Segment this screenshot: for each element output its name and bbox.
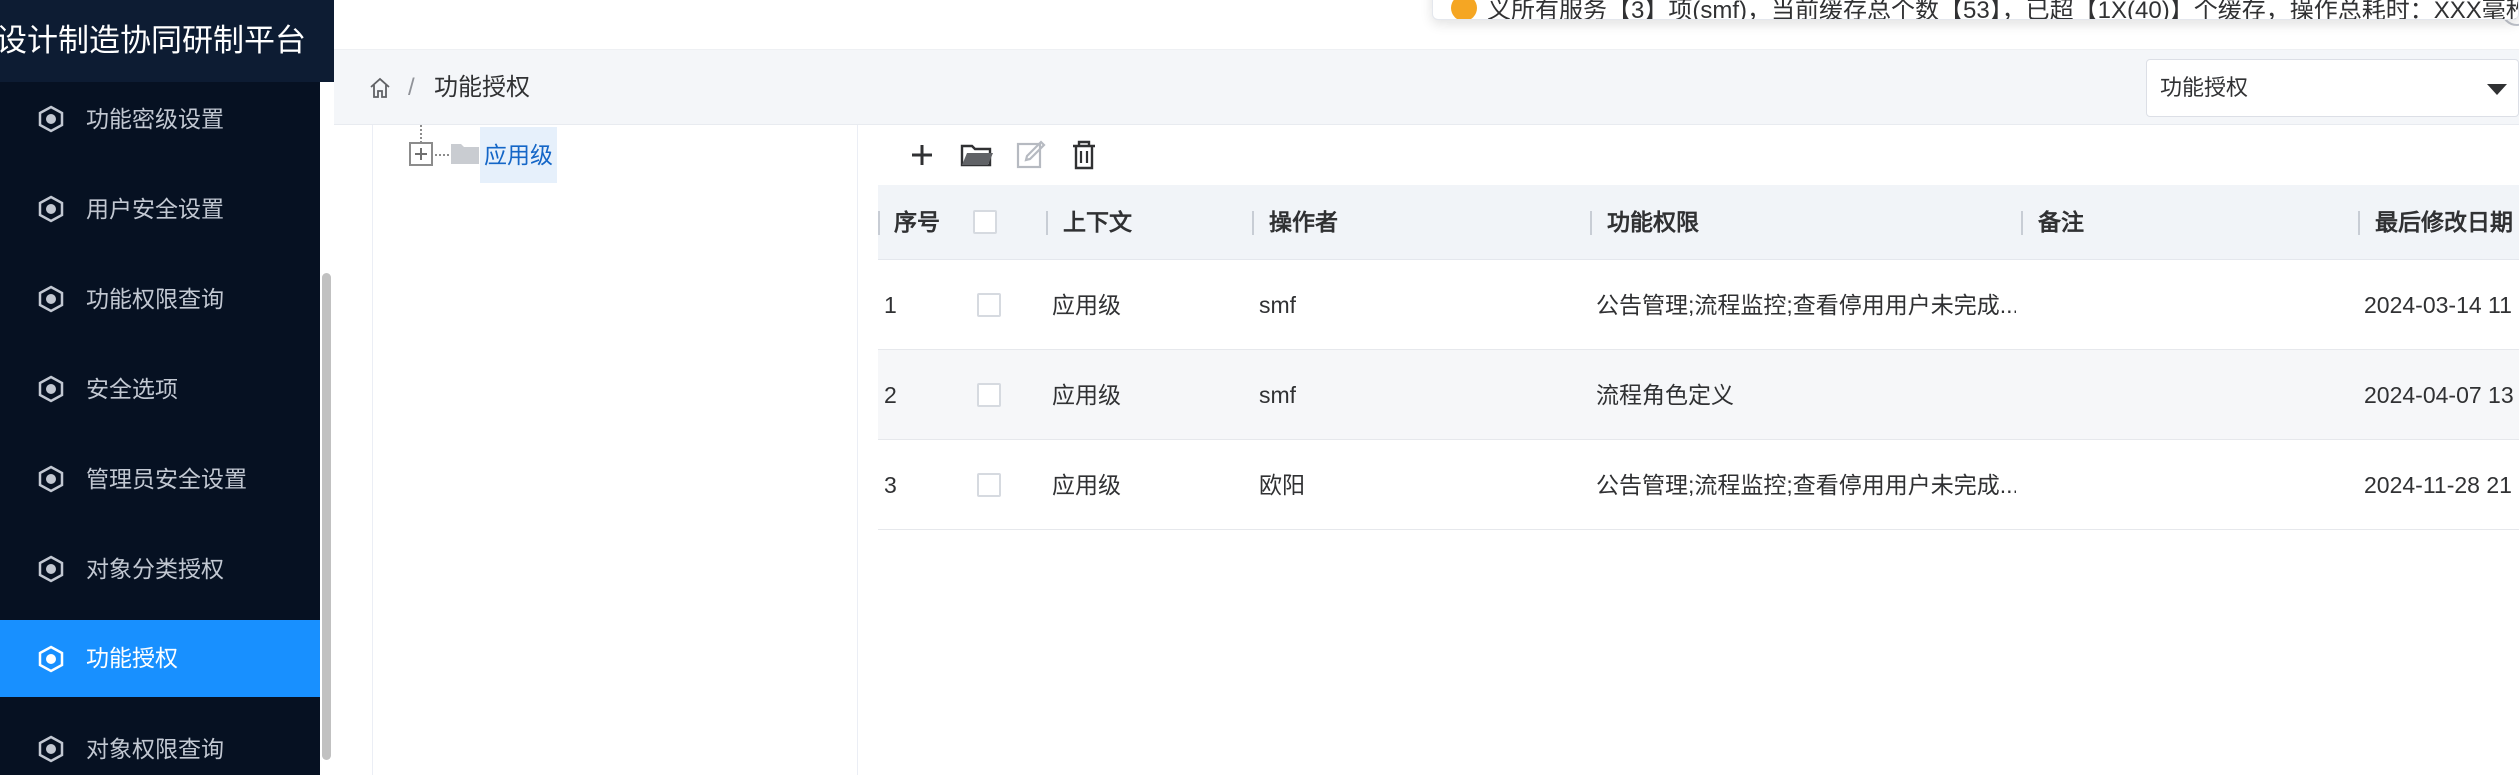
sidebar-item-label: 用户安全设置 [86,196,224,222]
home-icon[interactable] [368,76,392,100]
cell-index: 3 [884,472,897,498]
sidebar-scrollbar-thumb[interactable] [322,273,331,760]
cell-context: 应用级 [1052,472,1121,498]
add-icon[interactable] [902,135,942,175]
tree-panel: 应用级 [372,125,858,775]
caret-down-icon [2487,84,2507,95]
sidebar-item-object-category-auth[interactable]: 对象分类授权 [0,524,320,614]
cell-permission: 公告管理;流程监控;查看停用用户未完成... [1596,472,2016,498]
sidebar-item-admin-security[interactable]: 管理员安全设置 [0,434,320,524]
delete-icon[interactable] [1064,135,1104,175]
cell-context: 应用级 [1052,382,1121,408]
hexagon-icon [38,285,64,313]
page-select-value: 功能授权 [2160,75,2249,100]
column-header-operator[interactable]: 操作者 [1269,185,1338,260]
sidebar-item-label: 对象权限查询 [86,736,224,762]
edit-icon[interactable] [1010,135,1050,175]
table-row[interactable]: 2 应用级 smf 流程角色定义 2024-04-07 13 [878,350,2519,440]
cell-operator: smf [1259,382,1297,408]
column-header-permission[interactable]: 功能权限 [1607,185,1699,260]
authorization-table: 序号 上下文 操作者 功能权限 备注 最后修改日期 1 应用级 smf 公告管理… [878,185,2519,775]
hexagon-icon [38,555,64,583]
sidebar-item-label: 管理员安全设置 [86,466,247,492]
sidebar-item-object-permission-query[interactable]: 对象权限查询 [0,704,320,775]
tree-node-app-level[interactable]: 应用级 [480,127,557,183]
sidebar-item-label: 功能密级设置 [86,106,224,132]
hexagon-icon [38,645,64,673]
sidebar-item-label: 功能权限查询 [86,286,224,312]
column-separator[interactable] [2021,211,2023,235]
row-checkbox[interactable] [977,383,1001,407]
sidebar-item-function-auth[interactable]: 功能授权 [0,620,320,697]
column-header-index[interactable]: 序号 [894,185,940,260]
tree-connector [435,154,449,156]
expand-icon[interactable] [409,142,433,166]
sidebar-item-function-secrecy[interactable]: 功能密级设置 [0,74,320,164]
table-header: 序号 上下文 操作者 功能权限 备注 最后修改日期 [878,185,2519,260]
column-header-context[interactable]: 上下文 [1063,185,1132,260]
sidebar: 设计制造协同研制平台 功能密级设置 用户安全设置 功能权限查询 安全选项 管理员… [0,0,334,775]
brand-title: 设计制造协同研制平台 [0,0,334,82]
folder-icon [451,144,479,164]
column-header-remark[interactable]: 备注 [2038,185,2084,260]
table-row[interactable]: 3 应用级 欧阳 公告管理;流程监控;查看停用用户未完成... 2024-11-… [878,440,2519,530]
sidebar-item-label: 对象分类授权 [86,556,224,582]
cell-modified: 2024-11-28 21 [2364,472,2512,498]
table-toolbar [880,125,2519,185]
cell-modified: 2024-04-07 13 [2364,382,2514,408]
row-checkbox[interactable] [977,293,1001,317]
notification-toast: 义所有服务【3】项(smf)，当前缓存总个数【53】，已超【1X(40)】个缓存… [1432,0,2519,20]
column-separator[interactable] [1590,211,1592,235]
select-all-checkbox[interactable] [973,210,997,234]
sidebar-item-security-options[interactable]: 安全选项 [0,344,320,434]
breadcrumb: / 功能授权 功能授权 [334,50,2519,125]
hexagon-icon [38,735,64,763]
notification-text: 义所有服务【3】项(smf)，当前缓存总个数【53】，已超【1X(40)】个缓存… [1487,0,2519,20]
row-checkbox[interactable] [977,473,1001,497]
table-row[interactable]: 1 应用级 smf 公告管理;流程监控;查看停用用户未完成... 2024-03… [878,260,2519,350]
sidebar-item-user-security[interactable]: 用户安全设置 [0,164,320,254]
column-header-modified[interactable]: 最后修改日期 [2375,185,2513,260]
column-separator[interactable] [1046,211,1048,235]
sidebar-item-label: 功能授权 [86,645,178,671]
hexagon-icon [38,195,64,223]
cell-index: 2 [884,382,897,408]
breadcrumb-current: 功能授权 [434,74,530,101]
hexagon-icon [38,375,64,403]
cell-operator: smf [1259,292,1297,318]
brand-title-text: 设计制造协同研制平台 [0,23,306,58]
cell-permission: 公告管理;流程监控;查看停用用户未完成... [1596,292,2016,318]
sidebar-item-label: 安全选项 [86,376,178,402]
column-separator [878,211,880,235]
cell-index: 1 [884,292,897,318]
cell-permission: 流程角色定义 [1596,382,1734,408]
hexagon-icon [38,465,64,493]
cell-modified: 2024-03-14 11 [2364,292,2512,318]
page-select[interactable]: 功能授权 [2146,59,2519,117]
warning-icon [1451,0,1477,19]
cell-context: 应用级 [1052,292,1121,318]
breadcrumb-separator: / [408,74,415,101]
column-separator[interactable] [1252,211,1254,235]
cell-operator: 欧阳 [1259,472,1305,498]
folder-icon[interactable] [956,135,996,175]
sidebar-menu: 功能密级设置 用户安全设置 功能权限查询 安全选项 管理员安全设置 对象分类授权… [0,74,320,775]
column-separator[interactable] [2358,211,2360,235]
sidebar-item-permission-query[interactable]: 功能权限查询 [0,254,320,344]
hexagon-icon [38,105,64,133]
